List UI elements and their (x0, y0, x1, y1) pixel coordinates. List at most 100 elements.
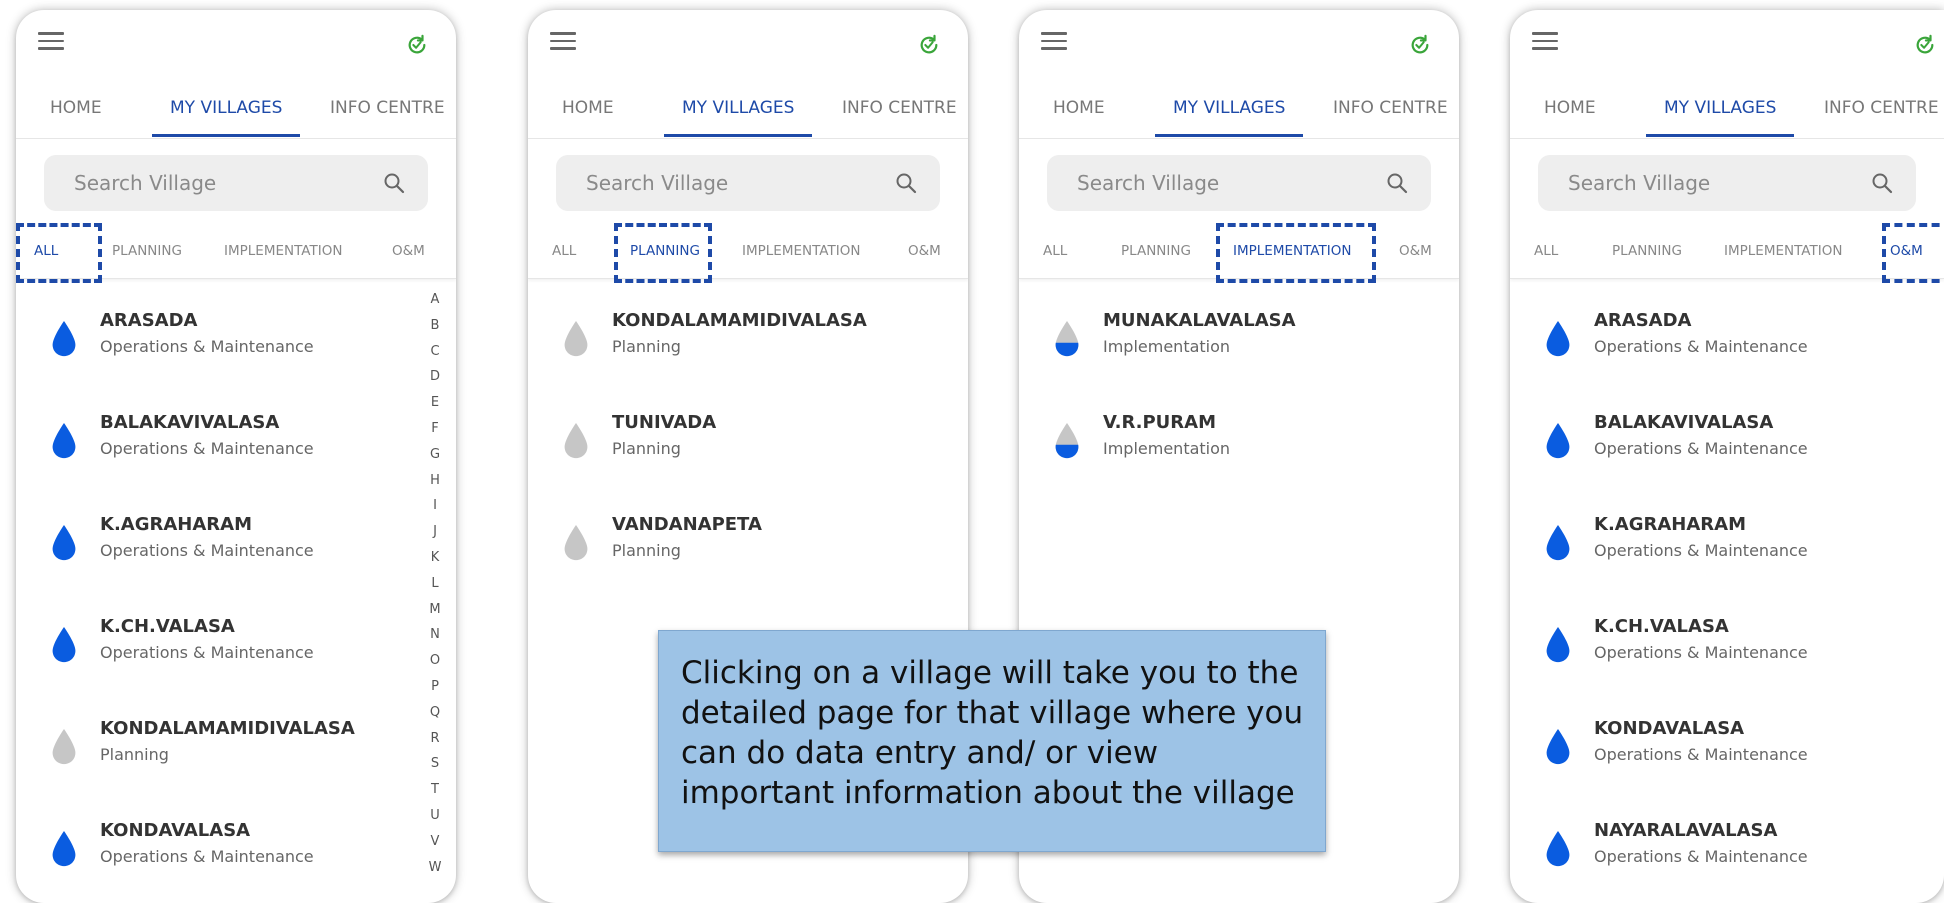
alphabet-index-letter[interactable]: C (428, 344, 442, 370)
sync-icon[interactable] (1914, 34, 1936, 56)
village-list-item[interactable]: ARASADA Operations & Maintenance (16, 310, 426, 380)
tab-my-villages[interactable]: MY VILLAGES (663, 98, 814, 137)
search-icon[interactable] (1870, 171, 1894, 195)
village-list-item[interactable]: K.CH.VALASA Operations & Maintenance (1510, 616, 1914, 686)
village-list-item[interactable]: KONDAVALASA Operations & Maintenance (16, 820, 426, 890)
filter-om[interactable]: O&M (1399, 243, 1432, 259)
water-drop-icon (562, 320, 590, 358)
filter-om[interactable]: O&M (392, 243, 425, 259)
village-list-item[interactable]: MUNAKALAVALASA Implementation (1019, 310, 1429, 380)
tab-info-centre[interactable]: INFO CENTRE (842, 98, 957, 118)
village-list-item[interactable]: BALAKAVIVALASA Operations & Maintenance (16, 412, 426, 482)
village-name: K.AGRAHARAM (100, 514, 252, 535)
alphabet-index-letter[interactable]: G (428, 447, 442, 473)
hamburger-menu-icon[interactable] (1041, 32, 1067, 50)
village-list-item[interactable]: K.AGRAHARAM Operations & Maintenance (16, 514, 426, 584)
search-bar (1047, 155, 1431, 211)
tab-home[interactable]: HOME (562, 98, 614, 118)
filter-om[interactable]: O&M (908, 243, 941, 259)
tab-info-centre[interactable]: INFO CENTRE (1824, 98, 1939, 118)
alphabet-index-letter[interactable]: V (428, 834, 442, 860)
search-input[interactable] (1047, 155, 1355, 211)
alphabet-index-letter[interactable]: O (428, 653, 442, 679)
tab-home[interactable]: HOME (1053, 98, 1105, 118)
village-list-item[interactable]: VANDANAPETA Planning (528, 514, 938, 584)
alphabet-index-letter[interactable]: Q (428, 705, 442, 731)
alphabet-index-letter[interactable]: H (428, 473, 442, 499)
search-input[interactable] (1538, 155, 1841, 211)
village-list-item[interactable]: NAYARALAVALASA Operations & Maintenance (1510, 820, 1914, 890)
main-nav-tabs: HOME MY VILLAGES INFO CENTRE (16, 88, 456, 139)
alphabet-index-letter[interactable]: U (428, 808, 442, 834)
alphabet-index-letter[interactable]: N (428, 627, 442, 653)
search-icon[interactable] (1385, 171, 1409, 195)
village-status: Operations & Maintenance (100, 643, 314, 662)
village-list-item[interactable]: K.AGRAHARAM Operations & Maintenance (1510, 514, 1914, 584)
hamburger-menu-icon[interactable] (38, 32, 64, 50)
search-input[interactable] (556, 155, 864, 211)
tab-my-villages[interactable]: MY VILLAGES (151, 98, 302, 137)
village-list-item[interactable]: V.R.PURAM Implementation (1019, 412, 1429, 482)
alphabet-index-letter[interactable]: T (428, 782, 442, 808)
sync-icon[interactable] (1409, 34, 1431, 56)
filter-planning[interactable]: PLANNING (1121, 243, 1191, 259)
tab-info-centre[interactable]: INFO CENTRE (330, 98, 445, 118)
village-list-item[interactable]: KONDALAMAMIDIVALASA Planning (16, 718, 426, 788)
filter-all[interactable]: ALL (34, 243, 58, 259)
filter-planning[interactable]: PLANNING (630, 243, 700, 259)
village-list-item[interactable]: TUNIVADA Planning (528, 412, 938, 482)
alphabet-index-letter[interactable]: J (428, 524, 442, 550)
village-status: Operations & Maintenance (100, 541, 314, 560)
alphabet-index-letter[interactable]: R (428, 731, 442, 757)
filter-planning[interactable]: PLANNING (1612, 243, 1682, 259)
filter-implementation[interactable]: IMPLEMENTATION (224, 243, 342, 259)
filter-all[interactable]: ALL (1534, 243, 1558, 259)
hamburger-menu-icon[interactable] (550, 32, 576, 50)
search-input[interactable] (44, 155, 352, 211)
alphabet-index-letter[interactable]: E (428, 395, 442, 421)
village-status: Operations & Maintenance (100, 847, 314, 866)
alphabet-index-letter[interactable]: D (428, 369, 442, 395)
water-drop-icon (1544, 320, 1572, 358)
alphabet-index-letter[interactable]: S (428, 756, 442, 782)
alphabet-index-letter[interactable]: M (428, 602, 442, 628)
hamburger-menu-icon[interactable] (1532, 32, 1558, 50)
filter-all[interactable]: ALL (1043, 243, 1067, 259)
alphabet-index-letter[interactable]: F (428, 421, 442, 447)
village-list-item[interactable]: BALAKAVIVALASA Operations & Maintenance (1510, 412, 1914, 482)
alphabet-index-letter[interactable]: P (428, 679, 442, 705)
search-icon[interactable] (894, 171, 918, 195)
village-list-item[interactable]: KONDALAMAMIDIVALASA Planning (528, 310, 938, 380)
sync-icon[interactable] (918, 34, 940, 56)
village-name: VANDANAPETA (612, 514, 762, 535)
search-bar (556, 155, 940, 211)
village-status: Planning (612, 541, 681, 560)
tab-home[interactable]: HOME (1544, 98, 1596, 118)
alphabet-index-letter[interactable]: L (428, 576, 442, 602)
village-list-item[interactable]: KONDAVALASA Operations & Maintenance (1510, 718, 1914, 788)
alphabet-index-letter[interactable]: B (428, 318, 442, 344)
alphabet-index-letter[interactable]: W (428, 860, 442, 886)
village-status: Operations & Maintenance (100, 439, 314, 458)
village-list-item[interactable]: ARASADA Operations & Maintenance (1510, 310, 1914, 380)
sync-icon[interactable] (406, 34, 428, 56)
tab-info-centre[interactable]: INFO CENTRE (1333, 98, 1448, 118)
tab-my-villages[interactable]: MY VILLAGES (1154, 98, 1305, 137)
tab-my-villages[interactable]: MY VILLAGES (1645, 98, 1796, 137)
village-name: K.CH.VALASA (100, 616, 235, 637)
alphabet-index-letter[interactable]: I (428, 498, 442, 524)
village-list-item[interactable]: K.CH.VALASA Operations & Maintenance (16, 616, 426, 686)
water-drop-icon (1544, 626, 1572, 664)
alphabet-index-letter[interactable]: A (428, 292, 442, 318)
filter-planning[interactable]: PLANNING (112, 243, 182, 259)
filter-all[interactable]: ALL (552, 243, 576, 259)
village-status: Operations & Maintenance (1594, 643, 1808, 662)
tab-home[interactable]: HOME (50, 98, 102, 118)
filter-om[interactable]: O&M (1890, 243, 1923, 259)
search-icon[interactable] (382, 171, 406, 195)
alphabet-index-letter[interactable]: K (428, 550, 442, 576)
filter-implementation[interactable]: IMPLEMENTATION (742, 243, 860, 259)
filter-implementation[interactable]: IMPLEMENTATION (1724, 243, 1842, 259)
filter-implementation[interactable]: IMPLEMENTATION (1233, 243, 1351, 259)
search-bar (1538, 155, 1916, 211)
